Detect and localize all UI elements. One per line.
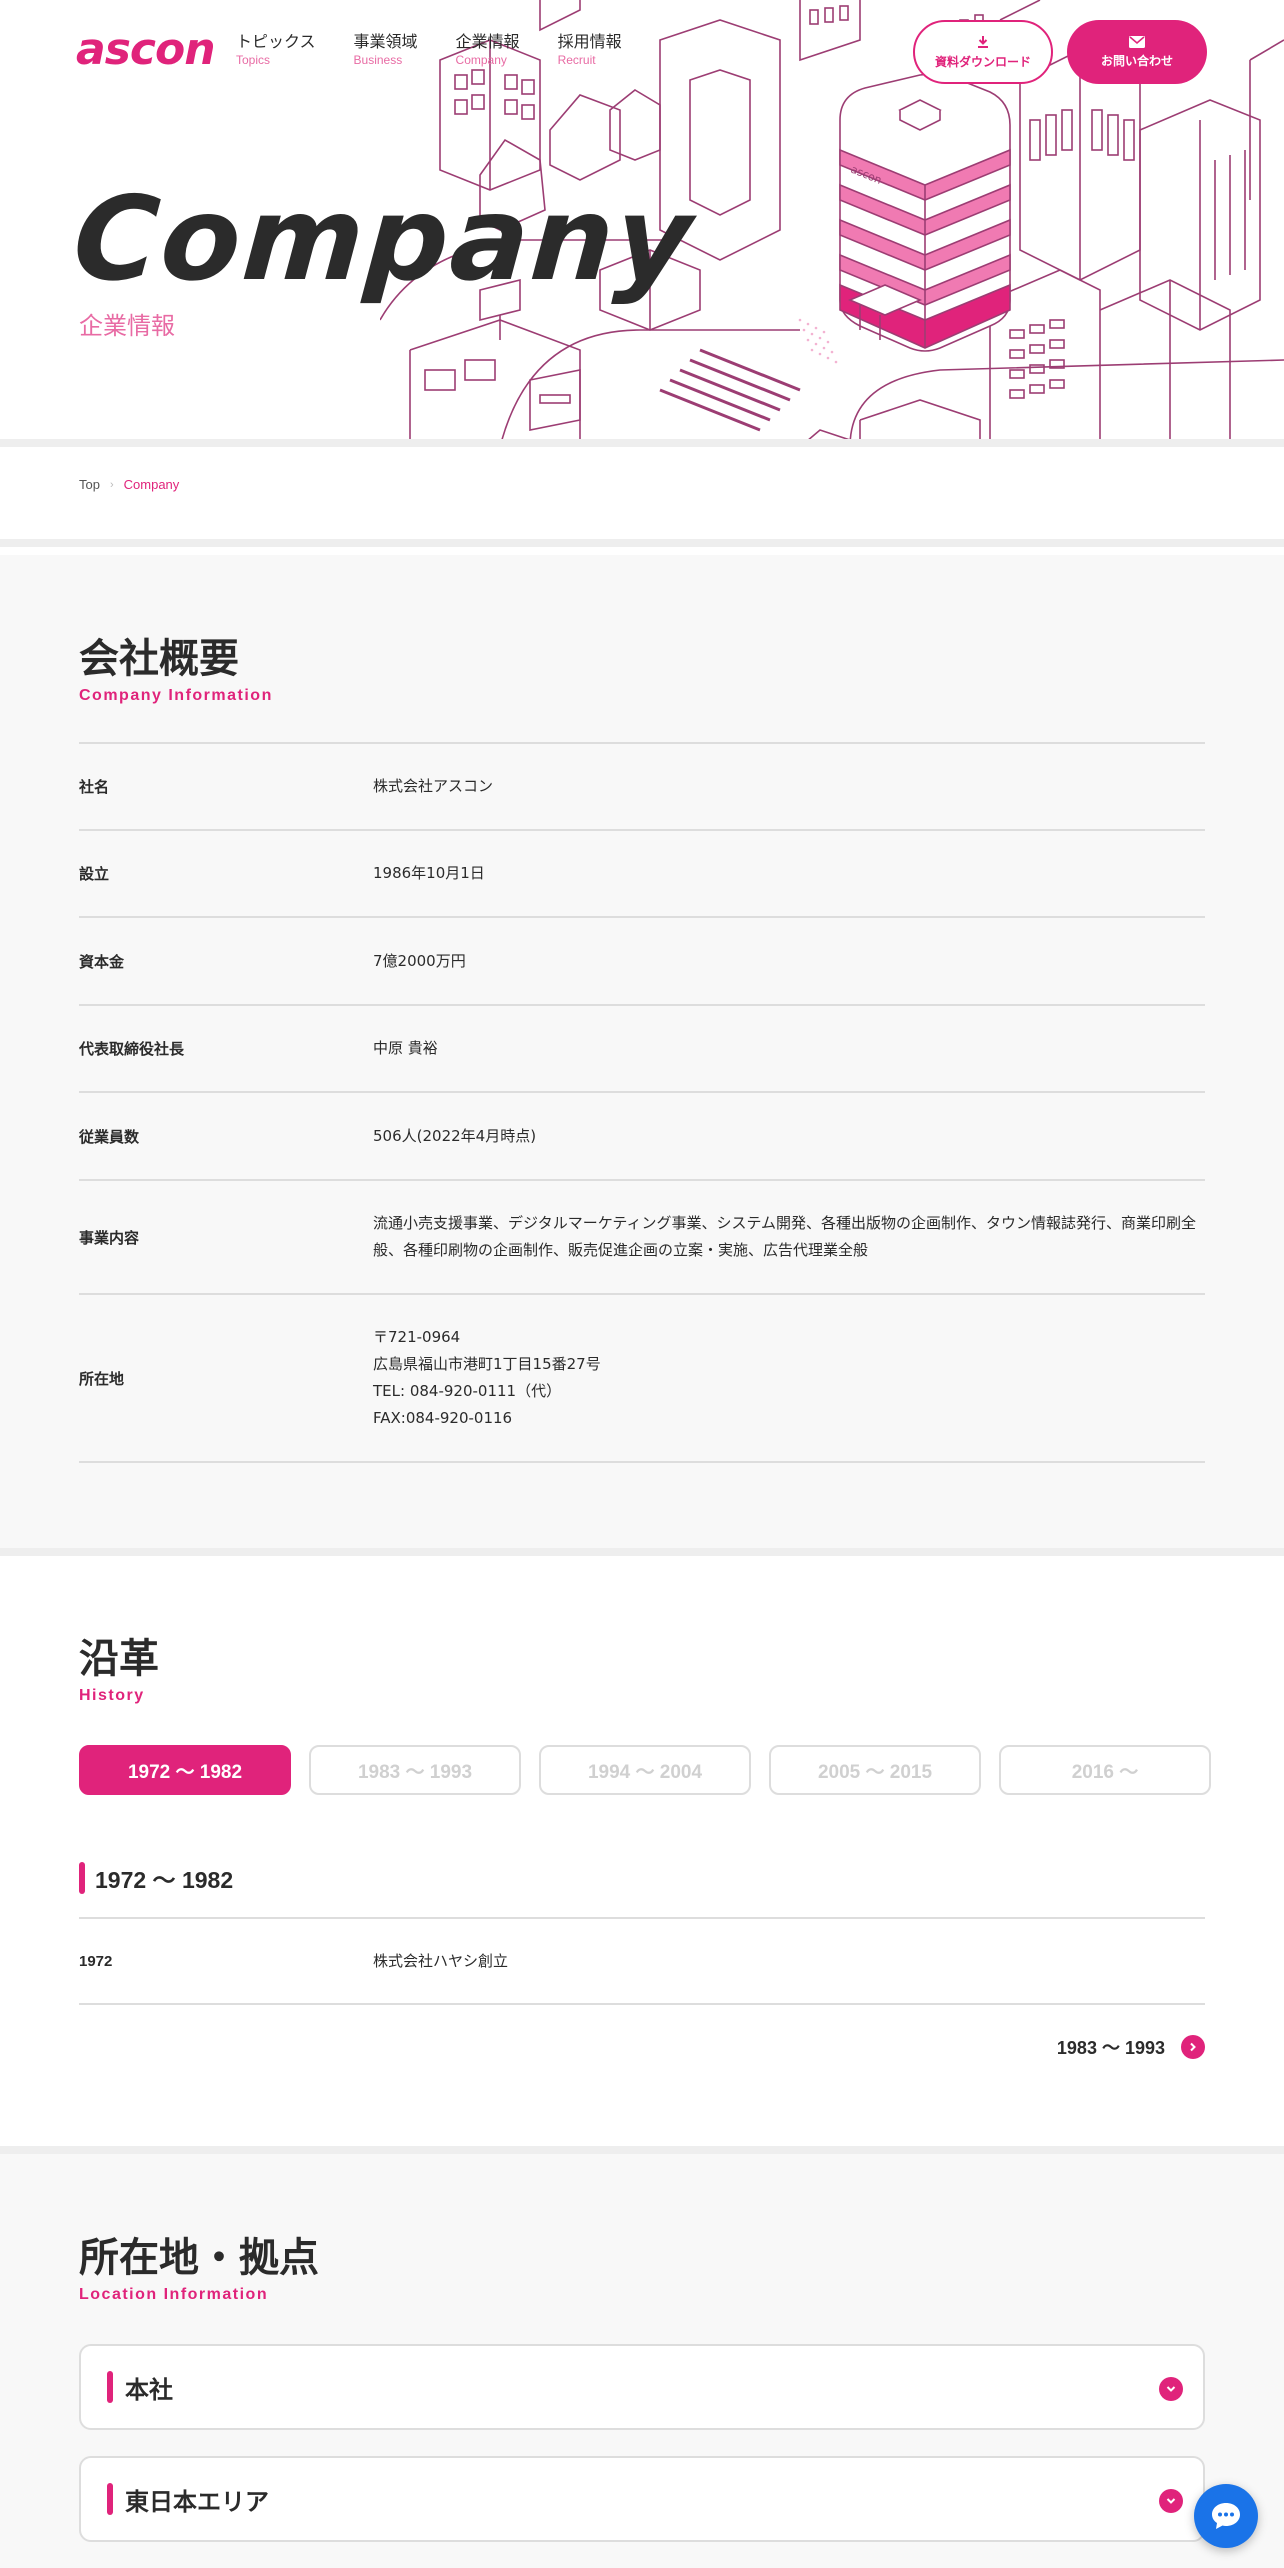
download-icon (978, 35, 988, 48)
section-subtitle: Company Information (79, 687, 273, 704)
tab-2005-2015[interactable]: 2005 〜 2015 (769, 1745, 981, 1795)
address: 広島県福山市港町1丁目15番27号 (373, 1355, 601, 1373)
address-block: 〒721-0964 広島県福山市港町1丁目15番27号 TEL: 084-920… (373, 1324, 1205, 1432)
nav-label-ja: 企業情報 (455, 32, 520, 51)
chat-button[interactable] (1194, 2484, 1258, 2548)
heading-accent-bar (107, 2371, 113, 2403)
table-row: 代表取締役社長 中原 貴裕 (79, 1004, 1205, 1091)
chevron-down-icon (1159, 2489, 1183, 2513)
nav-item-topics[interactable]: トピックス Topics (236, 32, 316, 68)
row-label: 従業員数 (79, 1127, 140, 1146)
breadcrumb-bar: Top › Company (0, 455, 1284, 547)
row-value: 中原 貴裕 (373, 1039, 438, 1057)
table-row: 設立 1986年10月1日 (79, 829, 1205, 916)
contact-label: お問い合わせ (1100, 53, 1173, 68)
nav-label-ja: トピックス (236, 32, 316, 51)
nav-label-ja: 事業領域 (353, 32, 418, 51)
row-value: 1986年10月1日 (373, 864, 485, 882)
hero-section: ascon ascon トピックス Topics 事業領域 Business 企… (0, 0, 1284, 447)
accordion-east-japan[interactable]: 東日本エリア (79, 2456, 1205, 2542)
row-value: 株式会社アスコン (373, 777, 494, 795)
tab-1972-1982[interactable]: 1972 〜 1982 (79, 1745, 291, 1795)
history-table: 1972 株式会社ハヤシ創立 (79, 1917, 1205, 2005)
logo[interactable]: ascon (76, 24, 216, 75)
nav-label-en: Recruit (557, 53, 596, 67)
chevron-right-icon: › (109, 478, 114, 491)
tab-1983-1993[interactable]: 1983 〜 1993 (309, 1745, 521, 1795)
accordion-label: 本社 (125, 2375, 173, 2404)
row-value: 流通小売支援事業、デジタルマーケティング事業、システム開発、各種出版物の企画制作… (373, 1214, 1197, 1259)
table-row: 1972 株式会社ハヤシ創立 (79, 1917, 1205, 2005)
postal-code: 〒721-0964 (373, 1328, 461, 1346)
chevron-right-icon (1181, 2035, 1205, 2059)
download-label: 資料ダウンロード (934, 54, 1031, 69)
section-subtitle: Location Information (79, 2286, 269, 2303)
breadcrumb: Top › Company (79, 477, 179, 492)
section-divider (0, 1548, 1284, 1556)
section-subtitle: History (79, 1687, 145, 1704)
company-info-section: 会社概要 Company Information 社名 株式会社アスコン 設立 … (0, 555, 1284, 1548)
next-period-link[interactable]: 1983 〜 1993 (1057, 2034, 1205, 2060)
history-year: 1972 (79, 1952, 113, 1970)
accordion-label: 東日本エリア (125, 2487, 269, 2516)
nav-item-recruit[interactable]: 採用情報 Recruit (558, 32, 622, 68)
page-subtitle: 企業情報 (79, 312, 175, 340)
chat-bubble-icon (1212, 2503, 1240, 2529)
row-value: 7億2000万円 (373, 951, 466, 970)
table-row: 従業員数 506人(2022年4月時点) (79, 1091, 1205, 1179)
nav-item-company[interactable]: 企業情報 Company (456, 32, 520, 68)
nav-label-en: Topics (236, 53, 271, 67)
global-nav: トピックス Topics 事業領域 Business 企業情報 Company … (236, 32, 622, 68)
row-label: 代表取締役社長 (79, 1040, 185, 1058)
period-heading: 1972 〜 1982 (79, 1861, 233, 1895)
history-tabs: 1972 〜 1982 1983 〜 1993 1994 〜 2004 2005… (79, 1745, 1211, 1795)
contact-button[interactable]: お問い合わせ (1067, 20, 1207, 84)
row-label: 事業内容 (79, 1228, 140, 1247)
row-label: 設立 (79, 865, 110, 883)
table-row: 社名 株式会社アスコン (79, 742, 1205, 829)
table-row: 資本金 7億2000万円 (79, 916, 1205, 1004)
history-event: 株式会社ハヤシ創立 (373, 1951, 509, 1970)
row-label: 社名 (79, 778, 110, 796)
row-label: 所在地 (79, 1369, 125, 1388)
page-title: Company (69, 172, 698, 307)
breadcrumb-top-link[interactable]: Top (79, 477, 100, 492)
section-title: 所在地・拠点 (79, 2235, 319, 2281)
table-row: 所在地 〒721-0964 広島県福山市港町1丁目15番27号 TEL: 084… (79, 1293, 1205, 1463)
period-heading-text: 1972 〜 1982 (95, 1867, 234, 1893)
section-title: 会社概要 (79, 636, 239, 682)
row-value: 506人(2022年4月時点) (373, 1126, 537, 1145)
fax-number: FAX:084-920-0116 (373, 1409, 513, 1427)
nav-label-en: Company (455, 53, 507, 67)
table-row: 事業内容 流通小売支援事業、デジタルマーケティング事業、システム開発、各種出版物… (79, 1179, 1205, 1293)
nav-label-en: Business (353, 53, 403, 67)
nav-label-ja: 採用情報 (557, 32, 622, 51)
tab-2016[interactable]: 2016 〜 (999, 1745, 1211, 1795)
section-title: 沿革 (79, 1636, 159, 1682)
download-button[interactable]: 資料ダウンロード (913, 20, 1053, 84)
row-label: 資本金 (79, 952, 125, 971)
chevron-down-icon (1159, 2377, 1183, 2401)
accordion-headquarters[interactable]: 本社 (79, 2344, 1205, 2430)
breadcrumb-current: Company (123, 477, 180, 492)
mail-icon (1129, 35, 1145, 48)
company-info-table: 社名 株式会社アスコン 設立 1986年10月1日 資本金 7億2000万円 代… (79, 742, 1205, 1463)
nav-item-business[interactable]: 事業領域 Business (354, 32, 418, 68)
heading-accent-bar (79, 1862, 85, 1894)
tab-1994-2004[interactable]: 1994 〜 2004 (539, 1745, 751, 1795)
section-divider (0, 2146, 1284, 2154)
next-period-label: 1983 〜 1993 (1056, 2038, 1165, 2058)
phone-number: TEL: 084-920-0111（代） (373, 1382, 562, 1400)
heading-accent-bar (107, 2483, 113, 2515)
